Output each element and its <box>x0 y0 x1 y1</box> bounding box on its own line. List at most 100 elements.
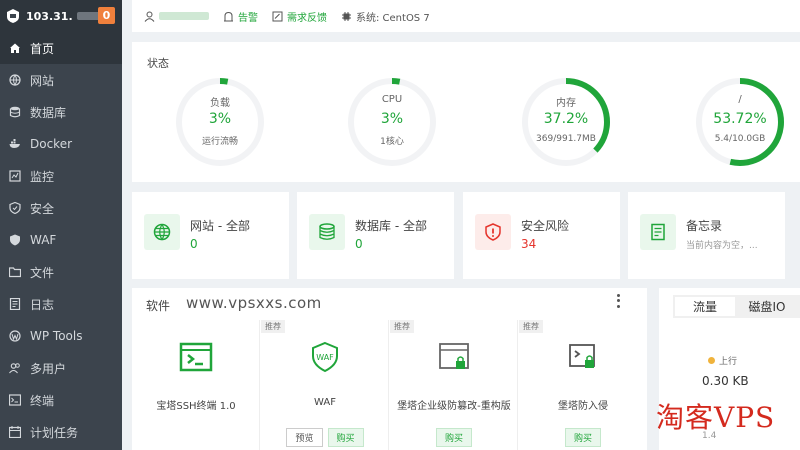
shield-icon <box>9 202 21 214</box>
card-value: 0 <box>355 237 363 251</box>
shield-alert-icon <box>475 214 511 250</box>
terminal-icon <box>9 394 21 406</box>
gauge-label: 负载 <box>210 98 230 109</box>
monitor-icon <box>9 170 21 182</box>
gauge-value: 3% <box>208 111 232 127</box>
card-title: 数据库 - 全部 <box>355 219 427 233</box>
sidebar-item-home[interactable]: 首页 <box>0 32 122 64</box>
gauge-value: 3% <box>380 111 404 127</box>
software-title: 软件 <box>146 299 171 313</box>
brand-watermark: 淘客VPS <box>656 401 776 434</box>
status-title: 状态 <box>147 57 169 70</box>
site-watermark: www.vpsxxs.com <box>186 294 322 312</box>
intrusion-icon <box>569 344 595 368</box>
users-icon <box>9 362 21 374</box>
gauge-sub: 5.4/10.0GB <box>714 134 766 144</box>
username-mask <box>159 12 209 20</box>
card-subtitle: 当前内容为空，... <box>686 241 758 251</box>
database-icon <box>309 214 345 250</box>
notification-badge[interactable]: 0 <box>98 7 115 24</box>
sidebar-item-terminal[interactable]: 终端 <box>0 384 122 416</box>
sidebar-item-label: 首页 <box>30 41 55 56</box>
software-panel: 软件 www.vpsxxs.com 宝塔SSH终端 1.0 推荐 WAF WAF… <box>132 288 647 450</box>
preview-button[interactable]: 预览 <box>286 428 323 447</box>
security-risk-card[interactable]: 安全风险 34 <box>463 192 620 279</box>
websites-card[interactable]: 网站 - 全部 0 <box>132 192 289 279</box>
memo-card[interactable]: 备忘录 当前内容为空，... <box>628 192 785 279</box>
feedback-link[interactable]: 需求反馈 <box>272 9 327 24</box>
sidebar-item-security[interactable]: 安全 <box>0 192 122 224</box>
traffic-tabs: 流量 磁盘IO <box>673 295 800 318</box>
sidebar-item-label: 终端 <box>30 393 55 408</box>
buy-button[interactable]: 购买 <box>564 428 601 447</box>
databases-card[interactable]: 数据库 - 全部 0 <box>297 192 454 279</box>
buy-button[interactable]: 购买 <box>327 428 364 447</box>
sidebar-item-label: 多用户 <box>30 361 67 376</box>
sidebar-item-label: 监控 <box>30 169 55 184</box>
sidebar-item-files[interactable]: 文件 <box>0 256 122 288</box>
sidebar-item-website[interactable]: 网站 <box>0 64 122 96</box>
sidebar-item-wp-tools[interactable]: WP Tools <box>0 320 122 352</box>
sidebar-item-label: Docker <box>30 137 73 151</box>
waf-icon: WAF <box>312 341 338 373</box>
software-item[interactable]: 推荐 WAF WAF 预览 购买 <box>261 320 389 450</box>
more-menu-icon[interactable] <box>613 293 623 309</box>
software-item[interactable]: 宝塔SSH终端 1.0 <box>132 320 260 450</box>
gauge-label: 内存 <box>556 98 576 109</box>
user-icon <box>144 11 155 22</box>
alert-label: 告警 <box>238 12 258 24</box>
sidebar-item-waf[interactable]: WAF <box>0 224 122 256</box>
sidebar-item-label: 安全 <box>30 201 55 216</box>
recommend-tag: 推荐 <box>261 320 285 333</box>
waf-shield-icon <box>9 234 21 246</box>
sidebar-item-label: 数据库 <box>30 105 67 120</box>
status-panel: 状态 负载 3% 运行流畅 CPU 3% 1核心 内存 37.2% 369/99… <box>132 42 800 182</box>
disk-gauge[interactable]: / 53.72% 5.4/10.0GB <box>693 75 787 169</box>
memo-icon <box>640 214 676 250</box>
gauge-label: CPU <box>381 94 403 105</box>
card-value: 0 <box>190 237 198 251</box>
cpu-gauge[interactable]: CPU 3% 1核心 <box>345 75 439 169</box>
tamper-proof-icon <box>439 343 469 369</box>
sidebar-item-label: 日志 <box>30 297 55 312</box>
software-name: 宝塔SSH终端 1.0 <box>156 401 236 412</box>
sidebar-item-cron[interactable]: 计划任务 <box>0 416 122 448</box>
gauge-label: / <box>738 94 742 105</box>
tab-traffic[interactable]: 流量 <box>675 297 735 316</box>
gauge-value: 37.2% <box>543 111 589 127</box>
chip-icon <box>342 11 351 21</box>
load-gauge[interactable]: 负载 3% 运行流畅 <box>173 75 267 169</box>
ssh-terminal-icon <box>179 342 213 372</box>
sidebar-item-label: WP Tools <box>30 329 83 343</box>
sidebar-item-multi-user[interactable]: 多用户 <box>0 352 122 384</box>
sidebar-item-monitor[interactable]: 监控 <box>0 160 122 192</box>
docker-icon <box>9 138 21 150</box>
recommend-tag: 推荐 <box>519 320 543 333</box>
software-item[interactable]: 推荐 堡塔防入侵 购买 <box>519 320 647 450</box>
log-icon <box>9 298 21 310</box>
system-info: 系统: CentOS 7 <box>341 9 430 24</box>
sidebar-item-label: 计划任务 <box>30 425 79 440</box>
wordpress-icon <box>9 330 21 342</box>
sidebar-item-label: WAF <box>30 233 57 247</box>
feedback-label: 需求反馈 <box>287 12 327 24</box>
database-icon <box>9 106 21 118</box>
tab-disk-io[interactable]: 磁盘IO <box>737 295 797 318</box>
globe-icon <box>144 214 180 250</box>
alert-icon <box>224 11 233 21</box>
card-title: 安全风险 <box>521 219 570 233</box>
sidebar-item-logs[interactable]: 日志 <box>0 288 122 320</box>
folder-icon <box>9 266 21 278</box>
software-name: 堡塔企业级防篡改-重构版 <box>397 401 511 412</box>
sidebar-item-docker[interactable]: Docker <box>0 128 122 160</box>
bt-logo-icon <box>7 9 19 23</box>
card-value: 34 <box>521 237 537 251</box>
user-info[interactable] <box>144 11 209 22</box>
alert-link[interactable]: 告警 <box>223 9 258 24</box>
calendar-icon <box>9 426 21 438</box>
buy-button[interactable]: 购买 <box>435 428 472 447</box>
sidebar-item-database[interactable]: 数据库 <box>0 96 122 128</box>
software-item[interactable]: 推荐 堡塔企业级防篡改-重构版 购买 <box>390 320 518 450</box>
system-label: 系统: CentOS 7 <box>356 12 430 24</box>
memory-gauge[interactable]: 内存 37.2% 369/991.7MB <box>519 75 613 169</box>
